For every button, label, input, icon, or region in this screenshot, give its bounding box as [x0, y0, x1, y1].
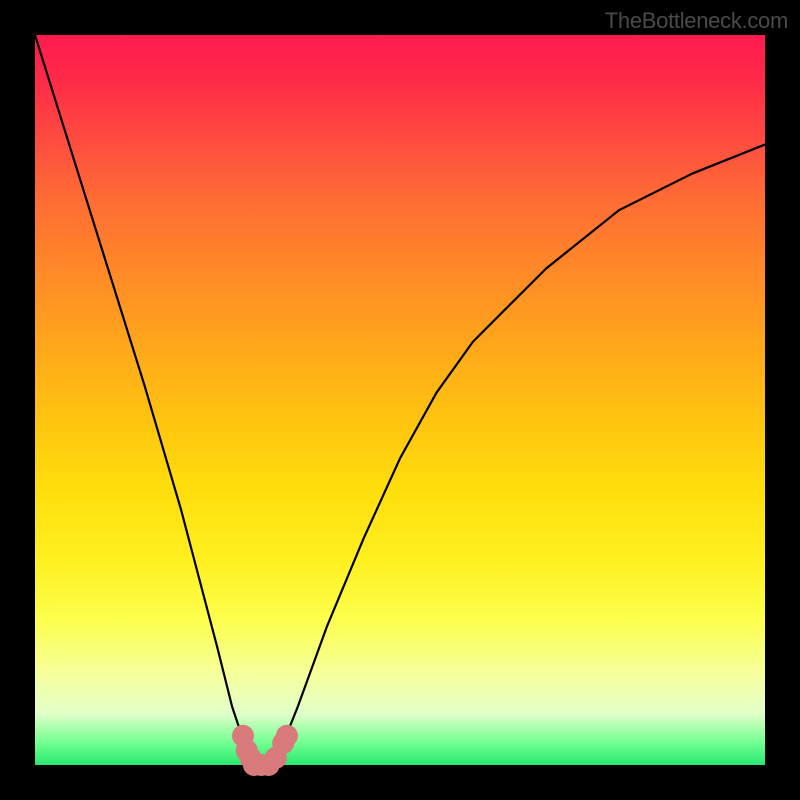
bottleneck-curve	[35, 35, 765, 765]
curve-marker	[276, 725, 298, 747]
chart-container: TheBottleneck.com	[0, 0, 800, 800]
attribution-watermark: TheBottleneck.com	[605, 8, 788, 34]
bottleneck-curve-svg	[0, 0, 800, 800]
